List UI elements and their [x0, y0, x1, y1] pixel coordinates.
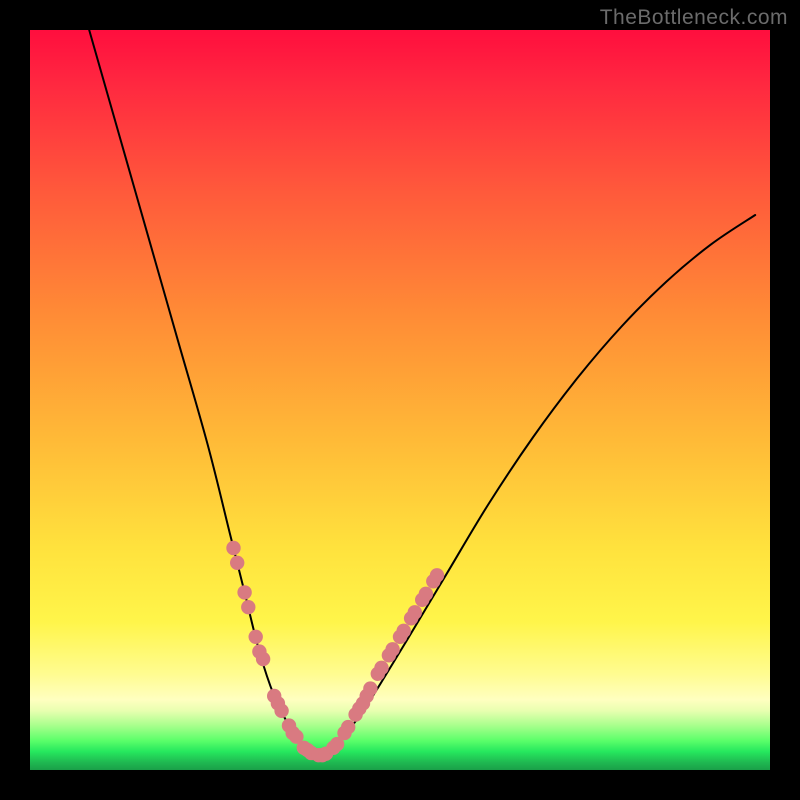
marker-dot — [274, 704, 288, 718]
marker-dot — [430, 568, 444, 582]
marker-dot — [226, 541, 240, 555]
highlighted-points — [226, 541, 444, 763]
bottleneck-curve — [89, 30, 755, 755]
marker-dot — [397, 624, 411, 638]
marker-dot — [230, 556, 244, 570]
marker-dot — [249, 630, 263, 644]
chart-frame: TheBottleneck.com — [0, 0, 800, 800]
marker-dot — [408, 605, 422, 619]
curve-layer — [30, 30, 770, 770]
marker-dot — [237, 585, 251, 599]
marker-dot — [341, 720, 355, 734]
plot-area — [30, 30, 770, 770]
marker-dot — [374, 661, 388, 675]
marker-dot — [385, 642, 399, 656]
marker-dot — [241, 600, 255, 614]
marker-dot — [419, 587, 433, 601]
watermark-text: TheBottleneck.com — [600, 6, 788, 30]
marker-dot — [363, 681, 377, 695]
marker-dot — [256, 652, 270, 666]
